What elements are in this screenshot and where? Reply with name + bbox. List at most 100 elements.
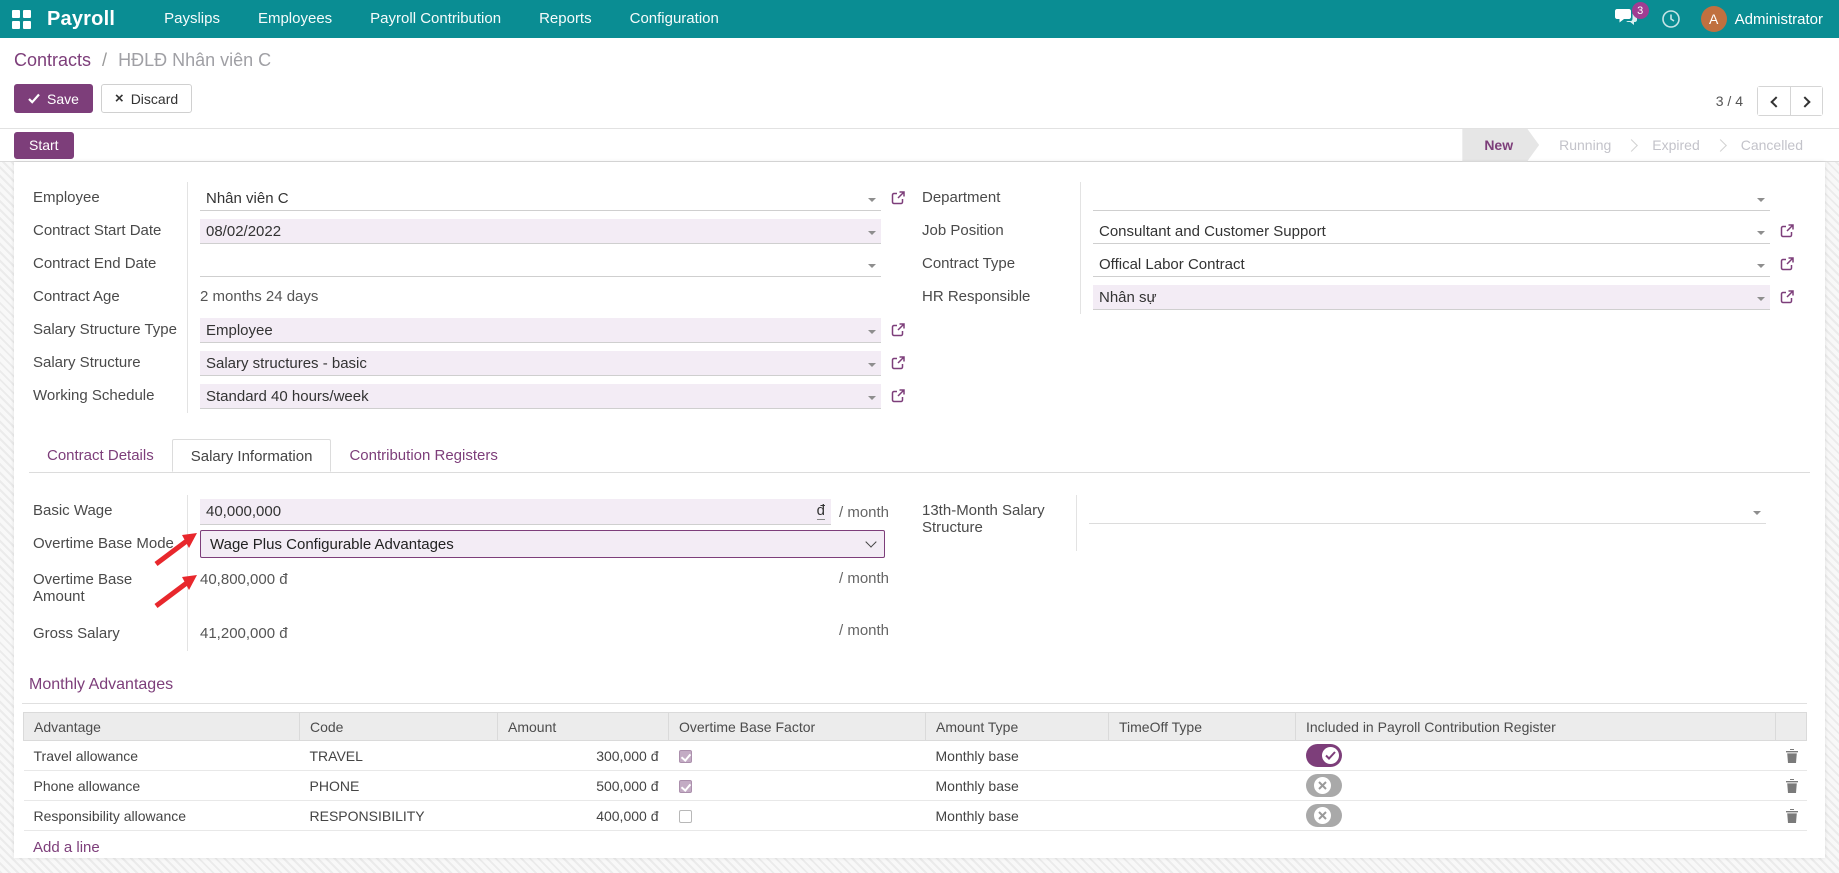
overtime-base-factor-checkbox[interactable] — [678, 810, 692, 824]
cell-timeoff-type[interactable] — [1108, 770, 1296, 801]
breadcrumb: Contracts / HĐLĐ Nhân viên C — [14, 50, 1823, 71]
cell-amount[interactable]: 500,000 đ — [497, 770, 669, 801]
column-header-actions — [1775, 712, 1807, 741]
start-button[interactable]: Start — [14, 131, 74, 159]
external-link-icon[interactable] — [1780, 290, 1794, 304]
cell-amount[interactable]: 300,000 đ — [497, 740, 669, 771]
working-schedule-field[interactable]: Standard 40 hours/week — [200, 384, 881, 409]
external-link-icon[interactable] — [891, 356, 905, 370]
salary-structure-type-field[interactable]: Employee — [200, 318, 881, 343]
nav-item-payslips[interactable]: Payslips — [145, 0, 239, 38]
save-button[interactable]: Save — [14, 84, 93, 113]
monthly-advantages-table: Advantage Code Amount Overtime Base Fact… — [23, 712, 1807, 864]
x-icon: × — [114, 90, 124, 107]
field-row-department: Department — [918, 182, 1825, 215]
nav-item-employees[interactable]: Employees — [239, 0, 351, 38]
included-toggle-off[interactable] — [1305, 774, 1342, 797]
basic-wage-input[interactable]: 40,000,000 đ — [200, 499, 831, 525]
status-step-expired[interactable]: Expired — [1632, 129, 1719, 162]
breadcrumb-current-record: HĐLĐ Nhân viên C — [118, 50, 272, 70]
cell-amount-type[interactable]: Monthly base — [925, 770, 1109, 801]
tab-salary-information[interactable]: Salary Information — [171, 439, 332, 472]
contract-age-value: 2 months 24 days — [200, 288, 319, 305]
field-row-working-schedule: Working Schedule Standard 40 hours/week — [29, 380, 929, 413]
status-step-running[interactable]: Running — [1539, 129, 1631, 162]
discard-button[interactable]: × Discard — [100, 84, 193, 113]
external-link-icon[interactable] — [891, 323, 905, 337]
field-row-contract-end-date: Contract End Date — [29, 248, 929, 281]
field-row-contract-age: Contract Age 2 months 24 days — [29, 281, 929, 314]
department-field[interactable] — [1093, 186, 1770, 211]
nav-item-reports[interactable]: Reports — [520, 0, 611, 38]
activities-icon[interactable] — [1661, 9, 1681, 29]
cell-advantage[interactable]: Responsibility allowance — [23, 800, 300, 831]
breadcrumb-contracts-link[interactable]: Contracts — [14, 50, 91, 70]
column-header-included[interactable]: Included in Payroll Contribution Registe… — [1295, 712, 1776, 741]
field-label: Gross Salary — [33, 625, 120, 642]
external-link-icon[interactable] — [891, 389, 905, 403]
field-label: Contract Age — [33, 288, 120, 305]
cell-advantage[interactable]: Phone allowance — [23, 770, 300, 801]
delete-row-button[interactable] — [1775, 740, 1807, 771]
clock-icon — [1661, 10, 1680, 28]
external-link-icon[interactable] — [1780, 257, 1794, 271]
app-brand[interactable]: Payroll — [47, 8, 115, 31]
cell-code[interactable]: PHONE — [299, 770, 498, 801]
status-step-new[interactable]: New — [1462, 129, 1539, 162]
overtime-base-mode-select[interactable]: Wage Plus Configurable Advantages — [200, 530, 885, 558]
cell-code[interactable]: TRAVEL — [299, 740, 498, 771]
column-header-advantage[interactable]: Advantage — [23, 712, 300, 741]
tab-contribution-registers[interactable]: Contribution Registers — [331, 439, 515, 472]
overtime-base-factor-checkbox[interactable] — [678, 750, 692, 764]
cell-amount-type[interactable]: Monthly base — [925, 800, 1109, 831]
cell-timeoff-type[interactable] — [1108, 800, 1296, 831]
advantage-row-travel[interactable]: Travel allowance TRAVEL 300,000 đ Monthl… — [23, 740, 1807, 771]
contract-type-field[interactable]: Offical Labor Contract — [1093, 252, 1770, 277]
column-header-amount[interactable]: Amount — [497, 712, 669, 741]
cell-advantage[interactable]: Travel allowance — [23, 740, 300, 771]
nav-item-configuration[interactable]: Configuration — [611, 0, 738, 38]
hr-responsible-field[interactable]: Nhân sự — [1093, 285, 1770, 310]
per-month-label: / month — [839, 622, 890, 639]
apps-menu-icon[interactable] — [12, 9, 31, 29]
status-step-cancelled[interactable]: Cancelled — [1721, 129, 1823, 162]
chevron-down-icon — [1757, 263, 1765, 272]
cell-code[interactable]: RESPONSIBILITY — [299, 800, 498, 831]
cell-amount[interactable]: 400,000 đ — [497, 800, 669, 831]
included-toggle-on[interactable] — [1305, 744, 1342, 767]
contract-start-date-field[interactable]: 08/02/2022 — [200, 219, 881, 244]
contract-end-date-field[interactable] — [200, 252, 881, 277]
field-row-contract-type: Contract Type Offical Labor Contract — [918, 248, 1825, 281]
employee-field[interactable]: Nhân viên C — [200, 186, 881, 211]
included-toggle-off[interactable] — [1305, 804, 1342, 827]
top-navbar: Payroll Payslips Employees Payroll Contr… — [0, 0, 1839, 38]
advantage-row-responsibility[interactable]: Responsibility allowance RESPONSIBILITY … — [23, 800, 1807, 831]
cell-timeoff-type[interactable] — [1108, 740, 1296, 771]
statusbar: New Running Expired Cancelled — [1462, 129, 1823, 162]
messages-icon[interactable]: 3 — [1614, 2, 1649, 30]
salary-structure-field[interactable]: Salary structures - basic — [200, 351, 881, 376]
column-header-amount-type[interactable]: Amount Type — [925, 712, 1109, 741]
field-label: HR Responsible — [922, 288, 1031, 305]
external-link-icon[interactable] — [891, 191, 905, 205]
column-header-code[interactable]: Code — [299, 712, 498, 741]
overtime-base-factor-checkbox[interactable] — [678, 780, 692, 794]
delete-row-button[interactable] — [1775, 800, 1807, 831]
advantage-row-phone[interactable]: Phone allowance PHONE 500,000 đ Monthly … — [23, 770, 1807, 801]
delete-row-button[interactable] — [1775, 770, 1807, 801]
column-header-timeoff-type[interactable]: TimeOff Type — [1108, 712, 1296, 741]
job-position-field[interactable]: Consultant and Customer Support — [1093, 219, 1770, 244]
cell-amount-type[interactable]: Monthly base — [925, 740, 1109, 771]
pager-previous-button[interactable] — [1758, 87, 1790, 115]
tab-contract-details[interactable]: Contract Details — [29, 439, 172, 472]
record-pager: 3 / 4 — [1716, 86, 1823, 116]
nav-item-payroll-contribution[interactable]: Payroll Contribution — [351, 0, 520, 38]
pager-next-button[interactable] — [1790, 87, 1822, 115]
thirteenth-month-structure-field[interactable] — [1089, 499, 1766, 524]
column-header-overtime-base-factor[interactable]: Overtime Base Factor — [668, 712, 926, 741]
field-label: Contract Type — [922, 255, 1016, 272]
user-menu[interactable]: A Administrator — [1700, 6, 1823, 32]
per-month-label: / month — [839, 570, 890, 587]
external-link-icon[interactable] — [1780, 224, 1794, 238]
add-a-line-link[interactable]: Add a line — [23, 831, 1806, 864]
